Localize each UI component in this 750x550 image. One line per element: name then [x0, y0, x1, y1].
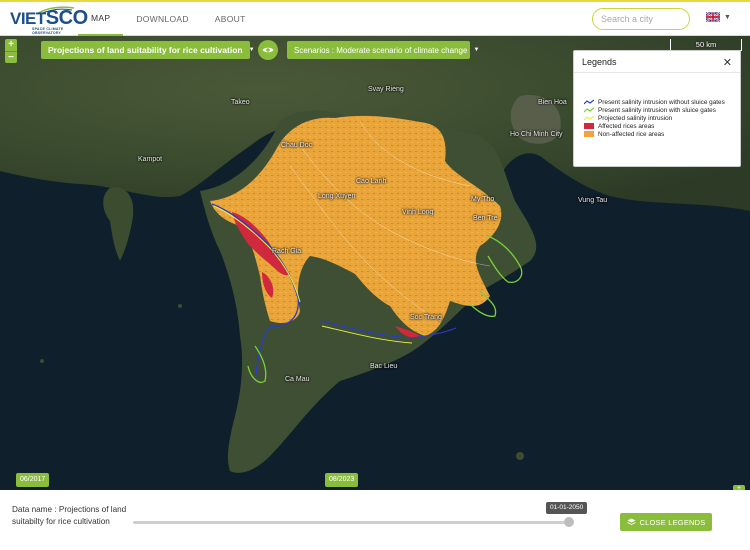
- layer-selector-label: Projections of land suitability for rice…: [48, 45, 243, 55]
- eye-icon: [262, 47, 274, 53]
- timeline-selected-date: 01-01-2050: [546, 502, 588, 514]
- toggle-layer-visibility-button[interactable]: [258, 40, 278, 60]
- scenario-selector-dropdown[interactable]: Scenarios : Moderate scenario of climate…: [287, 41, 479, 59]
- close-legends-label: CLOSE LEGENDS: [639, 517, 706, 527]
- scenario-selector-label: Scenarios : Moderate scenario of climate…: [294, 45, 468, 55]
- timeline-mid-date: 08/2023: [325, 473, 359, 487]
- place-label-vinh-long: Vinh Long: [402, 209, 434, 216]
- legend-item-label: Present salinity intrusion without sluic…: [598, 98, 725, 106]
- legend-item-label: Projected salinity intrusion: [598, 114, 673, 122]
- language-selector[interactable]: ▼: [706, 12, 731, 22]
- legend-list: Present salinity intrusion without sluic…: [584, 98, 725, 138]
- legend-panel: Legends ✕ Present salinity intrusion wit…: [573, 50, 741, 167]
- zoom-control: + −: [5, 39, 17, 63]
- timeline-start-date: 06/2017: [16, 473, 50, 487]
- legend-line-swatch: [584, 99, 594, 105]
- timeline-slider-handle[interactable]: [564, 517, 574, 527]
- legend-item: Non-affected rice areas: [584, 130, 725, 138]
- place-label-bien-hoa: Bien Hoa: [538, 99, 567, 106]
- chevron-down-icon: ▼: [248, 47, 255, 53]
- legend-item: Present salinity intrusion with sluice g…: [584, 106, 725, 114]
- legend-item: Present salinity intrusion without sluic…: [584, 98, 725, 106]
- legend-divider: [574, 72, 740, 73]
- place-label-rach-gia: Rach Gia: [272, 248, 302, 255]
- place-label-ho-chi-minh-city: Ho Chi Minh City: [510, 131, 563, 138]
- legend-item-label: Non-affected rice areas: [598, 130, 665, 138]
- zoom-in-button[interactable]: +: [5, 39, 17, 51]
- layer-selector-dropdown[interactable]: Projections of land suitability for rice…: [41, 41, 255, 59]
- logo-subtitle: SPACE CLIMATE OBSERVATORY: [32, 27, 64, 35]
- place-label-my-tho: My Tho: [471, 196, 495, 203]
- map-canvas[interactable]: Svay Rieng Takeo Kampot Bien Hoa Ho Chi …: [0, 36, 750, 490]
- nav-item-map[interactable]: MAP: [78, 2, 124, 36]
- top-header: VIETSCO SPACE CLIMATE OBSERVATORY MAP DOW…: [0, 0, 750, 36]
- zoom-out-button[interactable]: −: [5, 51, 17, 63]
- nav-item-download[interactable]: DOWNLOAD: [123, 2, 201, 36]
- close-icon[interactable]: ✕: [723, 56, 732, 69]
- legend-title: Legends: [582, 57, 617, 67]
- place-label-takeo: Takeo: [231, 99, 250, 106]
- search-city-input[interactable]: [592, 8, 690, 30]
- place-label-vung-tau: Vung Tau: [578, 197, 608, 204]
- legend-fill-swatch: [584, 131, 594, 137]
- timeline-slider-track[interactable]: [133, 521, 569, 524]
- place-label-svay-rieng: Svay Rieng: [368, 86, 404, 93]
- place-label-cao-lanh: Cao Lanh: [356, 178, 387, 185]
- place-label-ben-tre: Ben Tre: [473, 215, 498, 222]
- legend-line-swatch: [584, 107, 594, 113]
- legend-fill-swatch: [584, 123, 594, 129]
- close-legends-button[interactable]: CLOSE LEGENDS: [620, 513, 712, 531]
- place-label-chau-doc: Chau Doc: [281, 142, 313, 149]
- app-root: VIETSCO SPACE CLIMATE OBSERVATORY MAP DOW…: [0, 0, 750, 550]
- layers-icon: [626, 518, 636, 525]
- chevron-down-icon: ▼: [473, 47, 480, 53]
- place-label-long-xuyen: Long Xuyen: [318, 193, 356, 200]
- uk-flag-icon: [706, 12, 720, 22]
- legend-item-label: Present salinity intrusion with sluice g…: [598, 106, 716, 114]
- data-name-label: Data name : Projections of land suitabil…: [12, 505, 127, 526]
- place-label-kampot: Kampot: [138, 156, 163, 163]
- legend-item: Projected salinity intrusion: [584, 114, 725, 122]
- logo-text-viet: VIET: [10, 9, 46, 28]
- timeline-panel: Data name : Projections of land suitabil…: [0, 490, 750, 550]
- chevron-down-icon: ▼: [724, 13, 731, 21]
- main-nav: MAP DOWNLOAD ABOUT: [78, 2, 259, 36]
- place-label-bac-lieu: Bac Lieu: [370, 363, 398, 370]
- place-label-ca-mau: Ca Mau: [285, 376, 310, 383]
- nav-item-about[interactable]: ABOUT: [202, 2, 259, 36]
- legend-item: Affected rices areas: [584, 122, 725, 130]
- legend-item-label: Affected rices areas: [598, 122, 655, 130]
- place-label-soc-trang: Soc Trang: [410, 314, 442, 321]
- legend-line-swatch: [584, 115, 594, 121]
